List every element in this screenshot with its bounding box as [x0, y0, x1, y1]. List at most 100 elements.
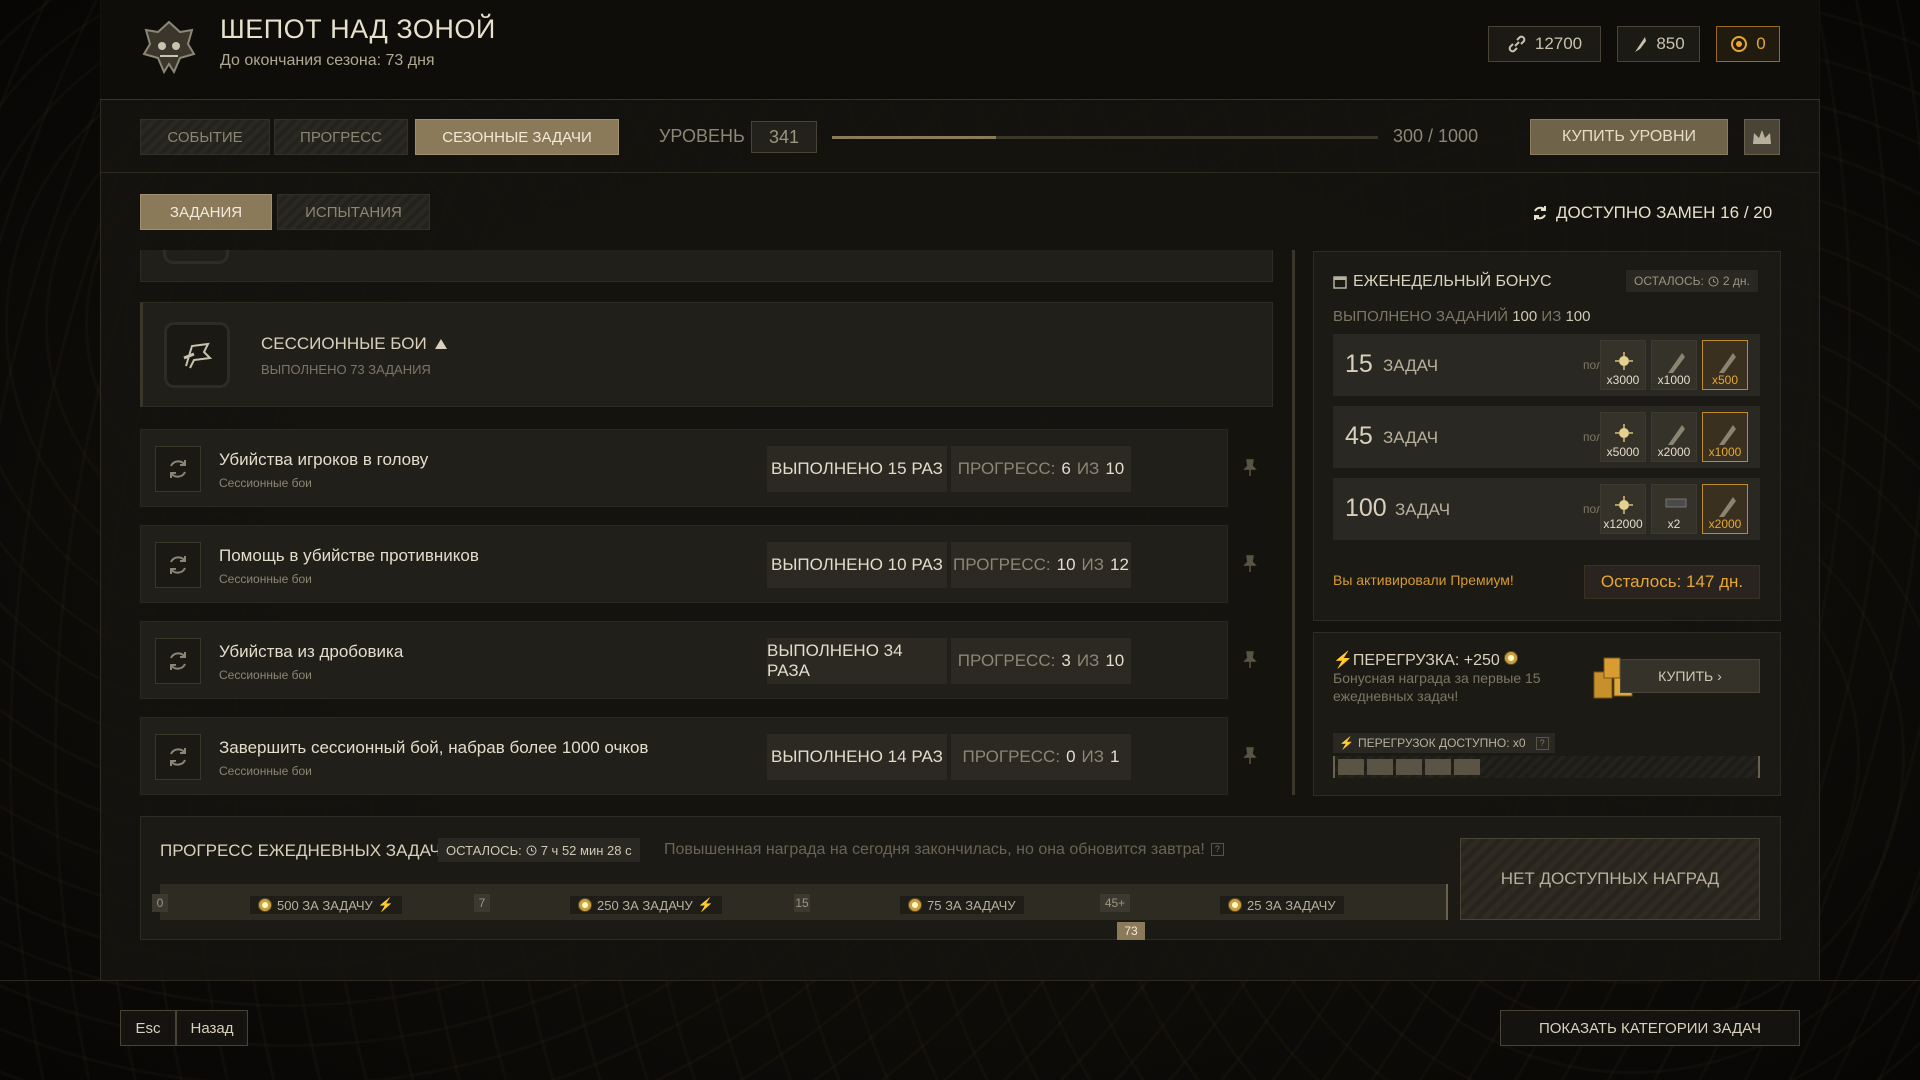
weekly-done-value: 100 [1512, 308, 1538, 325]
overload-title-text: ПЕРЕГРУЗКА: +250 [1352, 652, 1500, 669]
coin-icon [1615, 496, 1633, 514]
replace-task-button[interactable] [155, 446, 201, 492]
task-row[interactable]: Помощь в убийстве противников Сессионные… [140, 525, 1228, 603]
reward-slot[interactable]: x12000 [1600, 484, 1646, 534]
daily-current-marker: 73 [1117, 922, 1145, 940]
daily-marker: 7 [474, 894, 490, 912]
overload-segment [1367, 759, 1393, 775]
task-category: Сессионные бои [219, 668, 312, 682]
replacements-text: ДОСТУПНО ЗАМЕН 16 / 20 [1556, 203, 1773, 222]
subtab-trials[interactable]: ИСПЫТАНИЯ [277, 194, 430, 230]
buy-levels-button[interactable]: КУПИТЬ УРОВНИ [1530, 119, 1728, 155]
overload-description: Бонусная награда за первые 15 ежедневных… [1333, 670, 1541, 704]
daily-progress-track: 0 7 15 45+ 500 ЗА ЗАДАЧУ ⚡ 250 ЗА ЗАДАЧУ ⚡ 75 ЗА… [152, 884, 1448, 920]
overload-segment [1425, 759, 1451, 775]
progress-max: 10 [1105, 651, 1125, 670]
crown-icon [1753, 130, 1771, 144]
progress-of: ИЗ [1081, 747, 1105, 766]
task-name: Помощь в убийстве противников [219, 546, 479, 565]
pin-task-button[interactable] [1240, 458, 1260, 478]
progress-current: 3 [1061, 651, 1071, 670]
coin-icon [578, 898, 592, 912]
reward-slot[interactable]: x5000 [1600, 412, 1646, 462]
task-row[interactable]: Завершить сессионный бой, набрав более 1… [140, 717, 1228, 795]
weekly-done-label: ВЫПОЛНЕНО ЗАДАНИЙ [1333, 308, 1509, 325]
pin-task-button[interactable] [1240, 554, 1260, 574]
pin-icon [1243, 459, 1257, 476]
season-logo-icon [142, 20, 196, 75]
clock-icon [526, 845, 537, 855]
reward-slot[interactable]: x2000 [1702, 484, 1748, 534]
reward-slot[interactable]: x500 [1702, 340, 1748, 390]
progress-of: ИЗ [1081, 555, 1105, 574]
pin-task-button[interactable] [1240, 650, 1260, 670]
replace-task-button[interactable] [155, 734, 201, 780]
daily-reward-text: 500 ЗА ЗАДАЧУ [277, 897, 373, 913]
task-completed-count: ВЫПОЛНЕНО 34 РАЗА [767, 638, 947, 684]
task-row[interactable]: Убийства игроков в голову Сессионные бои… [140, 429, 1228, 507]
daily-remaining-badge: ОСТАЛОСЬ: 7 ч 52 мин 28 с [438, 838, 640, 862]
replace-task-button[interactable] [155, 638, 201, 684]
currency-chain-value: 12700 [1534, 34, 1583, 53]
feather-icon [1668, 353, 1685, 373]
reward-slot[interactable]: x1000 [1702, 412, 1748, 462]
progress-max: 12 [1110, 555, 1129, 574]
task-category: Сессионные бои [219, 476, 312, 490]
overload-available-badge: ⚡ ПЕРЕГРУЗОК ДОСТУПНО: x0? [1333, 733, 1555, 753]
show-categories-button[interactable]: ПОКАЗАТЬ КАТЕГОРИИ ЗАДАЧ [1500, 1010, 1800, 1046]
collapse-arrow-icon[interactable] [434, 339, 447, 349]
weekly-bonus-title-text: ЕЖЕНЕДЕЛЬНЫЙ БОНУС [1353, 273, 1552, 290]
weekly-remaining-label: ОСТАЛОСЬ: [1634, 274, 1704, 288]
overload-buy-button[interactable]: КУПИТЬ › [1620, 659, 1760, 693]
weekly-completed: ВЫПОЛНЕНО ЗАДАНИЙ 100 ИЗ 100 [1333, 308, 1590, 325]
overload-progress-bar [1333, 756, 1760, 778]
reward-amount: x500 [1711, 373, 1739, 387]
reward-amount: x1000 [1708, 445, 1742, 459]
tab-event[interactable]: СОБЫТИЕ [140, 119, 270, 155]
esc-key-button[interactable]: Esc [120, 1010, 176, 1046]
progress-current: 10 [1056, 555, 1076, 574]
weekly-tier: 15ЗАДАЧполученоx3000x1000x500 [1333, 334, 1760, 396]
reward-slot[interactable]: x3000 [1600, 340, 1646, 390]
task-progress: ПРОГРЕСС: 10 ИЗ 12 [951, 542, 1131, 588]
reward-amount: x2000 [1708, 517, 1742, 531]
reward-slot[interactable]: x2 [1651, 484, 1697, 534]
reward-slot[interactable]: x1000 [1651, 340, 1697, 390]
reward-amount: x12000 [1603, 517, 1643, 531]
premium-activated-text: Вы активировали Премиум! [1333, 572, 1514, 588]
category-name: СЕССИОННЫЕ БОИ [261, 334, 427, 353]
tab-progress[interactable]: ПРОГРЕСС [274, 119, 408, 155]
replace-task-button[interactable] [155, 542, 201, 588]
task-category: Сессионные бои [219, 572, 312, 586]
daily-remaining-label: ОСТАЛОСЬ: [446, 842, 522, 858]
tab-season-tasks[interactable]: СЕЗОННЫЕ ЗАДАЧИ [415, 119, 619, 155]
help-icon[interactable]: ? [1210, 843, 1224, 857]
pin-task-button[interactable] [1240, 746, 1260, 766]
daily-reward-segment: 25 ЗА ЗАДАЧУ [1220, 896, 1344, 914]
help-icon[interactable]: ? [1535, 736, 1549, 750]
progress-current: 6 [1061, 459, 1071, 478]
reward-amount: x2 [1667, 517, 1681, 531]
reward-amount: x3000 [1606, 373, 1640, 387]
refresh-icon [170, 460, 186, 478]
category-header-session-battles[interactable] [140, 302, 1273, 407]
overload-segment [1338, 759, 1364, 775]
weekly-remaining-value: 2 дн. [1722, 274, 1750, 288]
feather-icon [1719, 353, 1736, 373]
level-progress-fill [832, 136, 996, 139]
premium-crown-button[interactable] [1744, 119, 1780, 155]
refresh-icon [170, 652, 186, 670]
subtab-tasks[interactable]: ЗАДАНИЯ [140, 194, 272, 230]
task-category: Сессионные бои [219, 764, 312, 778]
level-value: 341 [751, 121, 817, 153]
tier-word: ЗАДАЧ [1383, 428, 1439, 447]
coin-icon [1228, 898, 1242, 912]
clock-icon [1708, 276, 1719, 286]
task-row[interactable]: Убийства из дробовика Сессионные бои ВЫП… [140, 621, 1228, 699]
no-rewards-button[interactable]: НЕТ ДОСТУПНЫХ НАГРАД [1460, 838, 1760, 920]
daily-reward-segment: 500 ЗА ЗАДАЧУ ⚡ [250, 896, 402, 914]
task-list-scrollbar[interactable] [1292, 250, 1295, 795]
reward-slot[interactable]: x2000 [1651, 412, 1697, 462]
daily-note-text: Повышенная награда на сегодня закончилас… [664, 841, 1205, 858]
back-button[interactable]: Назад [176, 1010, 248, 1046]
